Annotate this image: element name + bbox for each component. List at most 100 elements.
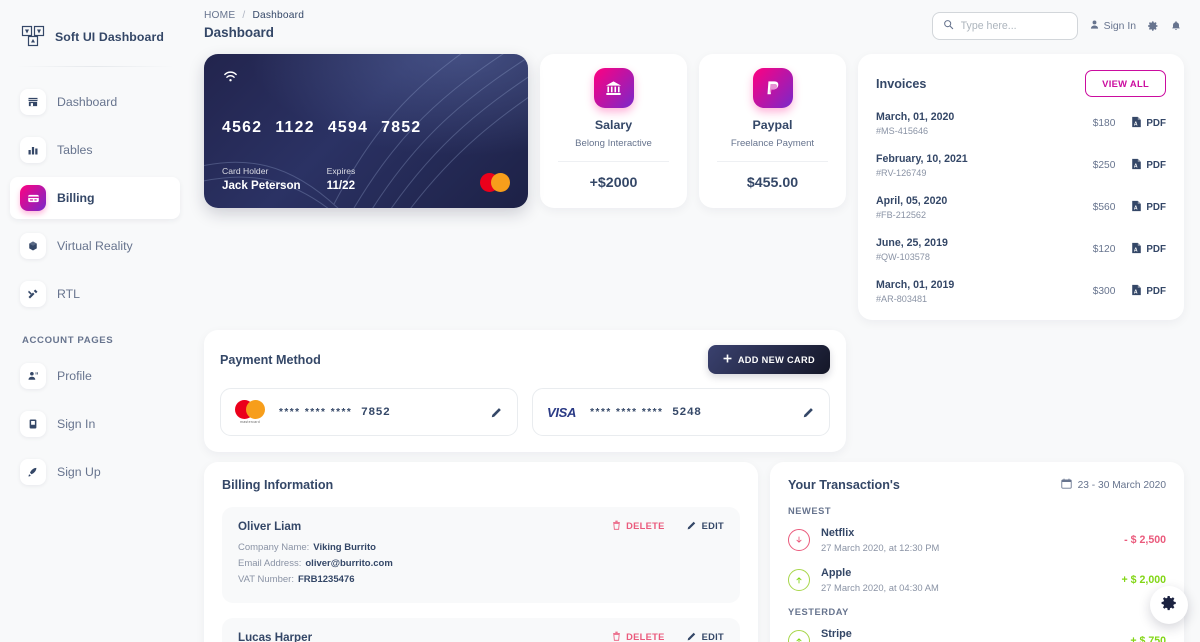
settings-fab-button[interactable] [1150,586,1188,624]
mastercard-icon: mastercard [235,400,265,424]
edit-label: EDIT [701,632,724,642]
sidebar-item-sign-up[interactable]: Sign Up [10,451,180,493]
billing-vat-value: FRB1235476 [297,574,355,585]
billing-email-value: oliver@burrito.com [305,558,393,569]
sidebar-item-label: Virtual Reality [57,239,133,253]
soft-ui-logo-icon [20,24,46,50]
brand-name: Soft UI Dashboard [55,30,164,44]
payment-method-card-visa[interactable]: VISA **** **** **** 5248 [532,388,830,436]
pdf-label: PDF [1146,118,1166,129]
payment-card-number: **** **** **** 5248 [590,406,789,418]
invoice-actions: $250 A PDF [1093,158,1166,173]
transaction-row: Stripe 26 March 2020, at 13:45 PM + $ 75… [788,628,1166,642]
sidebar-item-label: RTL [57,287,81,301]
delete-billing-button[interactable]: DELETE [612,520,664,532]
card-holder-value: Jack Peterson [222,179,301,192]
invoice-pdf-button[interactable]: A PDF [1131,284,1166,299]
invoice-row: March, 01, 2019 #AR-803481 $300 A PDF [876,279,1166,304]
invoice-row: March, 01, 2020 #MS-415646 $180 A PDF [876,111,1166,136]
billing-row-actions: DELETE EDIT [612,520,724,532]
invoices-title: Invoices [876,76,927,91]
edit-payment-card-button[interactable] [803,406,815,418]
search-box[interactable] [931,12,1078,40]
trash-icon [612,520,621,532]
sidebar-item-dashboard[interactable]: Dashboard [10,81,180,123]
invoice-amount: $250 [1092,160,1116,171]
delete-label: DELETE [626,632,665,642]
bell-icon[interactable] [1170,20,1182,32]
sidebar-section-label: ACCOUNT PAGES [22,335,114,346]
brand[interactable]: Soft UI Dashboard [0,12,190,64]
edit-payment-card-button[interactable] [491,406,503,418]
user-icon [1089,19,1100,33]
masked-digits: **** **** **** [279,407,353,418]
svg-text:A: A [1134,163,1138,169]
topbar-actions: Sign In [931,10,1182,40]
shop-icon [20,89,46,115]
edit-billing-button[interactable]: EDIT [687,631,724,642]
sidebar-nav: Dashboard Tables Billing Virtual Reality [0,81,190,493]
invoices-header: Invoices VIEW ALL [876,70,1166,97]
invoice-id: #FB-212562 [876,210,927,220]
breadcrumb: HOME / Dashboard Dashboard [204,10,304,40]
invoice-id: #MS-415646 [876,126,929,136]
gear-icon [1160,594,1178,617]
pay-card-title: Salary [594,118,633,132]
transactions-group-label: YESTERDAY [788,607,849,617]
pay-card-subtitle: Belong Interactive [575,138,652,149]
card-last4: 5248 [672,406,702,418]
invoice-date: March, 01, 2019 [876,279,955,291]
divider [557,161,670,162]
sidebar-item-tables[interactable]: Tables [10,129,180,171]
invoice-row: June, 25, 2019 #QW-103578 $120 A PDF [876,237,1166,262]
payment-card-number: **** **** **** 7852 [279,406,477,418]
invoice-actions: $300 A PDF [1093,284,1166,299]
pdf-label: PDF [1146,160,1166,171]
pdf-label: PDF [1146,286,1166,297]
svg-text:A: A [1134,205,1138,211]
credit-card: 4562 1122 4594 7852 Card Holder Jack Pet… [204,54,528,208]
pencil-icon [687,631,697,642]
payment-method-header: Payment Method ADD NEW CARD [220,345,830,374]
transactions-date-range[interactable]: 23 - 30 March 2020 [1060,478,1166,492]
sidebar-item-sign-in[interactable]: Sign In [10,403,180,445]
delete-billing-button[interactable]: DELETE [612,631,664,642]
breadcrumb-separator: / [242,10,246,21]
add-new-card-button[interactable]: ADD NEW CARD [707,345,830,374]
pay-card-subtitle: Freelance Payment [730,138,815,149]
paypal-icon [752,68,793,108]
invoice-actions: $560 A PDF [1093,200,1166,215]
sidebar-item-virtual-reality[interactable]: Virtual Reality [10,225,180,267]
invoices-panel: Invoices VIEW ALL March, 01, 2020 #MS-41… [858,54,1184,320]
date-range-label: 23 - 30 March 2020 [1077,479,1166,491]
breadcrumb-root[interactable]: HOME [204,10,235,21]
edit-billing-button[interactable]: EDIT [687,520,724,532]
sidebar-item-label: Dashboard [57,95,118,109]
transaction-row: Apple 27 March 2020, at 04:30 AM + $ 2,0… [788,567,1166,593]
breadcrumb-current: Dashboard [252,10,305,21]
pencil-icon [687,520,697,532]
pay-card-amount: $455.00 [746,175,799,191]
sidebar-item-billing[interactable]: Billing [10,177,180,219]
view-all-button[interactable]: VIEW ALL [1085,70,1166,97]
vr-cube-icon [20,233,46,259]
bank-icon [593,68,634,108]
sidebar-item-profile[interactable]: Profile [10,355,180,397]
invoice-amount: $120 [1092,244,1116,255]
billing-information-panel: Billing Information Oliver Liam Company … [204,462,758,642]
sidebar-item-label: Sign Up [57,465,101,479]
card-expires-field: Expires 11/22 [327,166,356,192]
invoice-pdf-button[interactable]: A PDF [1131,116,1166,131]
invoice-id: #RV-126749 [876,168,927,178]
payment-method-card-mastercard[interactable]: mastercard **** **** **** 7852 [220,388,518,436]
gear-icon[interactable] [1147,20,1159,32]
transaction-amount: + $ 750 [1130,635,1166,642]
search-input[interactable] [960,20,1067,32]
invoice-pdf-button[interactable]: A PDF [1131,242,1166,257]
card-number-group: 7852 [381,118,422,136]
sign-in-button[interactable]: Sign In [1089,19,1136,33]
masked-digits: **** **** **** [590,407,664,418]
invoice-pdf-button[interactable]: A PDF [1131,158,1166,173]
invoice-pdf-button[interactable]: A PDF [1131,200,1166,215]
sidebar-item-rtl[interactable]: RTL [10,273,180,315]
